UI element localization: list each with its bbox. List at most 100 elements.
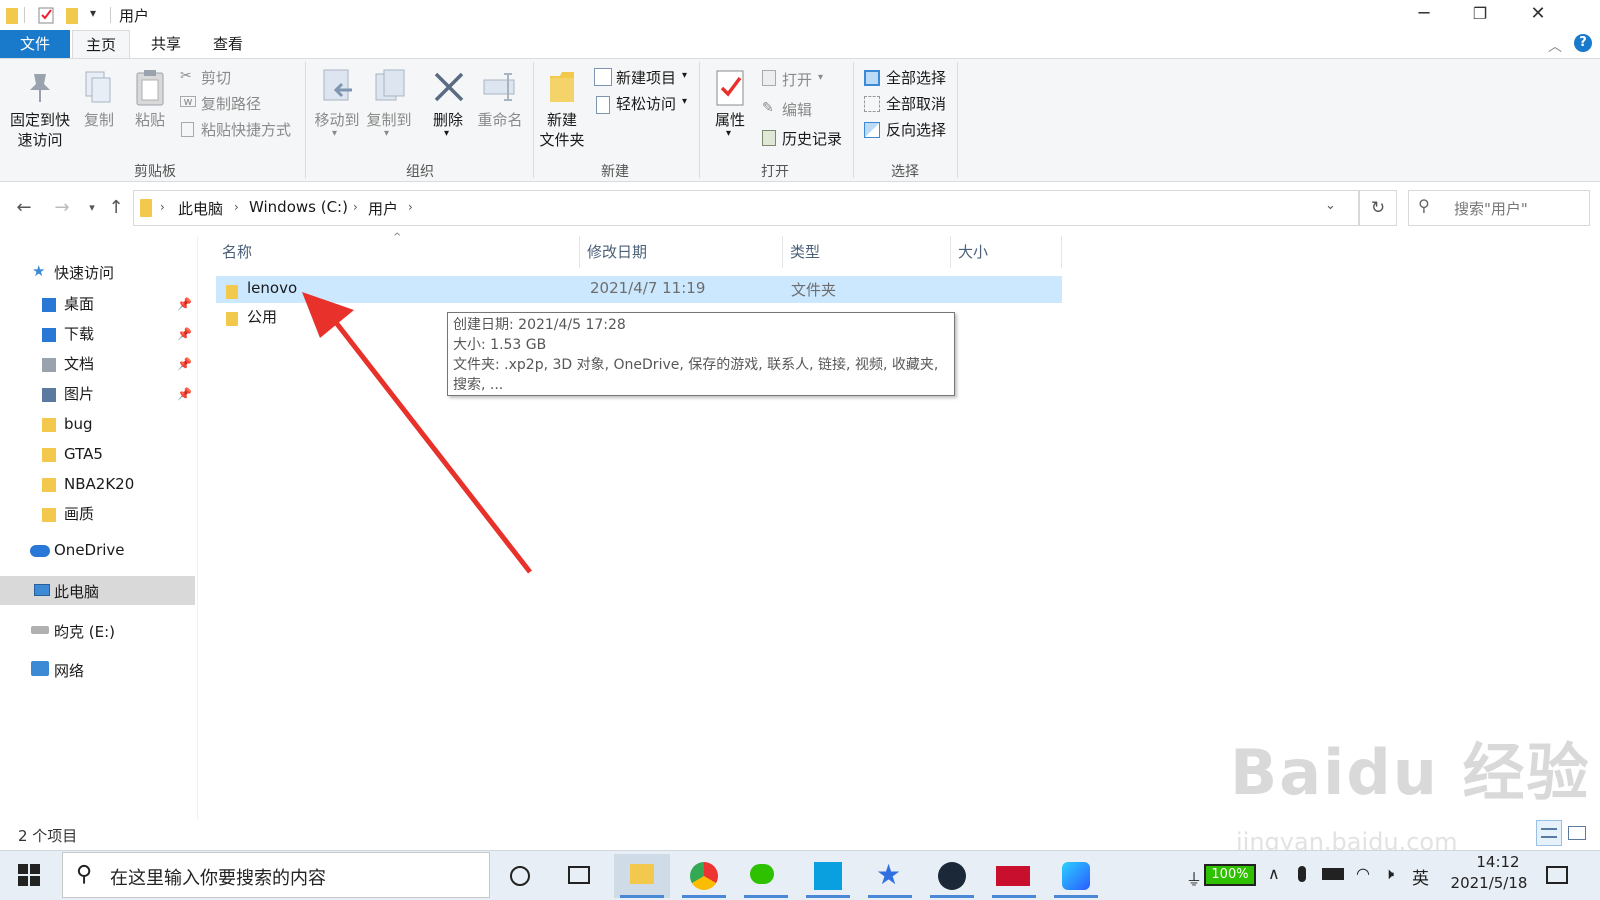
forward-button[interactable]: → [50, 192, 74, 224]
close-button[interactable]: ✕ [1510, 0, 1566, 30]
breadcrumb-drive-c[interactable]: Windows (C:) [249, 198, 348, 216]
column-header-name[interactable]: 名称 [216, 236, 580, 268]
nav-item-1[interactable]: 下载 📌 [0, 320, 195, 349]
taskbar-file-explorer[interactable] [614, 854, 670, 898]
tab-file[interactable]: 文件 [0, 30, 70, 58]
select-group-label: 选择 [891, 164, 919, 180]
copy-path-button[interactable]: 复制路径 [201, 94, 261, 114]
move-to-button[interactable]: 移动到 [312, 110, 362, 130]
open-button[interactable]: 打开 [782, 70, 812, 90]
windows-start-icon[interactable] [18, 864, 40, 886]
pin-icon[interactable]: 📌 [177, 320, 192, 349]
pin-icon[interactable]: 📌 [177, 290, 192, 319]
chevron-right-icon: › [160, 200, 165, 214]
nav-item-2[interactable]: 文档 📌 [0, 350, 195, 379]
notification-center-icon[interactable] [1546, 866, 1568, 884]
taskbar-wechat[interactable] [738, 854, 794, 898]
pin-icon[interactable]: 📌 [177, 380, 192, 409]
pin-to-quick-access-button[interactable]: 固定到快 速访问 [4, 110, 76, 150]
paste-shortcut-button[interactable]: 粘贴快捷方式 [201, 120, 291, 140]
cut-button[interactable]: 剪切 [201, 68, 231, 88]
properties-button[interactable]: 属性 [708, 110, 752, 130]
nav-item-3[interactable]: 图片 📌 [0, 380, 195, 409]
edit-button[interactable]: 编辑 [782, 100, 812, 120]
properties-quick-icon[interactable] [38, 6, 54, 24]
window-title: 用户 [119, 7, 150, 25]
dropdown-icon: ▾ [444, 128, 450, 139]
history-button[interactable]: 历史记录 [782, 129, 842, 149]
nav-network[interactable]: 网络 [54, 660, 84, 681]
recent-locations-icon[interactable]: ▾ [80, 192, 104, 224]
microphone-icon[interactable] [1298, 866, 1306, 882]
wifi-icon[interactable]: ◠ [1356, 864, 1370, 883]
nav-item-6[interactable]: NBA2K20 [0, 470, 195, 499]
help-icon[interactable]: ? [1574, 34, 1592, 52]
taskbar-app-blue[interactable] [800, 854, 856, 898]
collapse-ribbon-icon[interactable]: ︿ [1548, 36, 1562, 56]
new-folder-button[interactable]: 新建 文件夹 [536, 110, 588, 150]
cortana-icon[interactable] [510, 866, 530, 886]
nav-item-0[interactable]: 桌面 📌 [0, 290, 195, 319]
customize-quick-access-icon[interactable]: ▾ [90, 6, 96, 20]
pane-divider [197, 236, 198, 820]
delete-button[interactable]: 删除 [426, 110, 470, 130]
battery-icon[interactable] [1322, 868, 1344, 880]
chevron-up-icon[interactable]: ∧ [1268, 864, 1280, 883]
paste-shortcut-icon [181, 122, 194, 137]
desktop-icon [42, 298, 56, 312]
taskbar-app-star[interactable]: ★ [862, 854, 918, 898]
scissors-icon: ✂ [180, 68, 192, 84]
onedrive-icon [30, 545, 50, 557]
nav-item-4[interactable]: bug [0, 410, 195, 439]
dropdown-icon: ▾ [332, 128, 338, 139]
group-separator [853, 62, 854, 178]
restore-button[interactable]: ❐ [1452, 0, 1508, 30]
select-none-button[interactable]: 全部取消 [886, 94, 946, 114]
task-view-icon[interactable] [568, 866, 590, 884]
folder-icon [630, 864, 654, 884]
pin-icon[interactable]: 📌 [177, 350, 192, 379]
dropdown-icon: ▾ [726, 128, 732, 139]
new-folder-quick-icon[interactable] [66, 6, 82, 24]
address-history-dropdown-icon[interactable]: ⌄ [1325, 198, 1336, 213]
up-button[interactable]: ↑ [104, 192, 128, 224]
clock-date[interactable]: 2021/5/18 [1444, 874, 1534, 892]
taskbar-2k21[interactable] [986, 854, 1042, 898]
copy-to-button[interactable]: 复制到 [364, 110, 414, 130]
refresh-button[interactable]: ↻ [1359, 190, 1397, 226]
copy-button[interactable]: 复制 [80, 110, 118, 130]
taskbar-steam[interactable] [924, 854, 980, 898]
speaker-muted-icon[interactable]: 🕨 [1384, 864, 1394, 884]
large-icons-view-button[interactable] [1568, 826, 1586, 840]
taskbar-app-g[interactable] [1048, 854, 1104, 898]
rename-button[interactable]: 重命名 [474, 110, 526, 130]
back-button[interactable]: ← [12, 192, 36, 224]
clock-time[interactable]: 14:12 [1458, 853, 1538, 871]
picture-icon [42, 388, 56, 402]
battery-indicator[interactable]: 100% [1204, 864, 1256, 886]
column-header-type[interactable]: 类型 [784, 236, 951, 268]
breadcrumb-this-pc[interactable]: 此电脑 [178, 198, 223, 219]
folder-icon [6, 6, 22, 24]
invert-selection-button[interactable]: 反向选择 [886, 120, 946, 140]
taskbar-chrome[interactable] [676, 854, 732, 898]
breadcrumb-users[interactable]: 用户 [368, 198, 398, 219]
document-icon [42, 358, 56, 372]
select-all-button[interactable]: 全部选择 [886, 68, 946, 88]
input-method-indicator[interactable]: 英 [1412, 864, 1429, 889]
easy-access-button[interactable]: 轻松访问 [616, 94, 676, 114]
column-header-modified[interactable]: 修改日期 [581, 236, 783, 268]
minimize-button[interactable]: ─ [1396, 0, 1452, 30]
column-header-size[interactable]: 大小 [952, 236, 1062, 268]
nav-drive-e[interactable]: 昀克 (E:) [54, 621, 115, 642]
new-item-button[interactable]: 新建项目 [616, 68, 676, 88]
nav-quick-access[interactable]: 快速访问 [54, 262, 114, 283]
rename-icon [482, 72, 518, 102]
nav-onedrive[interactable]: OneDrive [54, 541, 125, 559]
nav-item-5[interactable]: GTA5 [0, 440, 195, 469]
tab-view[interactable]: 查看 [200, 30, 256, 58]
paste-button[interactable]: 粘贴 [130, 110, 170, 130]
nav-item-7[interactable]: 画质 [0, 500, 195, 529]
tab-share[interactable]: 共享 [138, 30, 194, 58]
tab-home[interactable]: 主页 [72, 30, 130, 58]
